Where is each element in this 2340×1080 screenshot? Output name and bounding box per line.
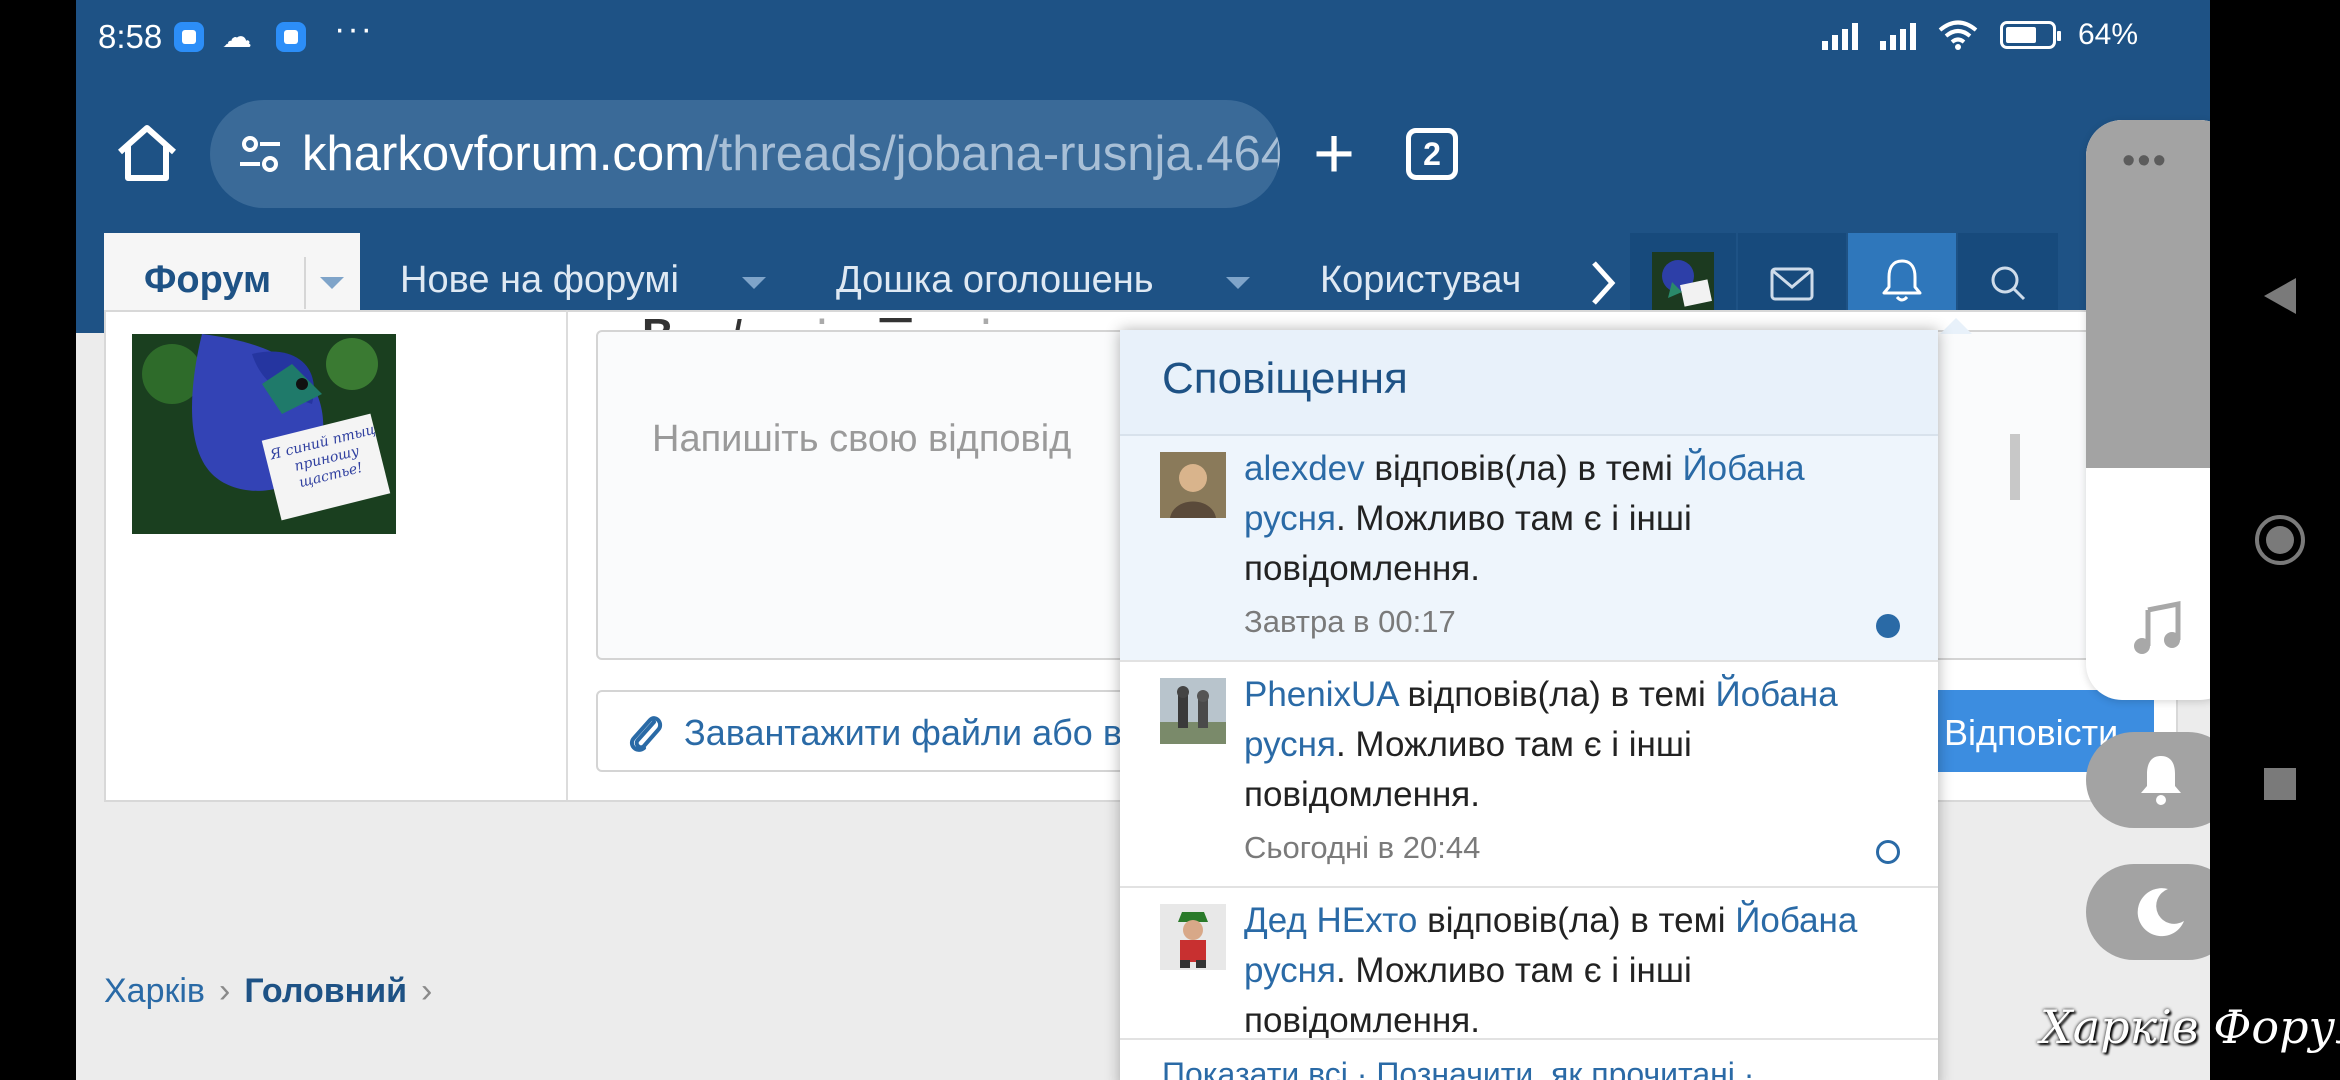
app-notification-icon (276, 22, 306, 52)
status-indicators: 64% (1821, 18, 2138, 52)
avatar (1160, 904, 1226, 970)
music-note-icon[interactable] (2128, 600, 2188, 660)
bell-icon (2141, 756, 2181, 805)
avatar (1160, 678, 1226, 744)
signal-icon (1821, 20, 1858, 50)
divider (1120, 1038, 1938, 1040)
moon-icon (2137, 888, 2184, 937)
notifications-popup: Сповіщення alexdev відповів(ла) в темі Й… (1120, 330, 1938, 1080)
breadcrumb-main[interactable]: Головний (244, 972, 407, 1010)
more-options-icon[interactable]: ••• (2122, 140, 2168, 183)
signal-icon (1879, 20, 1916, 50)
read-dot-icon[interactable] (1876, 840, 1900, 864)
popup-arrow (1940, 318, 1972, 334)
nav-users[interactable]: Користувач (1320, 259, 1521, 302)
chevron-right-icon: › (219, 972, 231, 1010)
popup-header: Сповіщення (1120, 330, 1938, 436)
notification-item[interactable]: alexdev відповів(ла) в темі Йобана русня… (1120, 436, 1938, 662)
floating-night-mode-button[interactable] (2086, 864, 2210, 960)
battery-level: 64% (2077, 18, 2138, 51)
avatar (1160, 452, 1226, 518)
battery-icon (1999, 21, 2061, 49)
app-notification-icon (174, 22, 204, 52)
status-bar: 8:58 ☁ ··· 64% (76, 0, 2210, 78)
popup-scrollbar[interactable] (2010, 434, 2020, 500)
notification-text: PhenixUA відповів(ла) в темі Йобана русн… (1244, 675, 1838, 814)
watermark: Харків Форум (2040, 1000, 2340, 1054)
notification-item[interactable]: PhenixUA відповів(ла) в темі Йобана русн… (1120, 662, 1938, 888)
recents-icon[interactable] (2262, 766, 2298, 802)
notification-user-link[interactable]: alexdev (1244, 449, 1365, 488)
notification-time: Завтра в 00:17 (1244, 604, 1456, 639)
popup-footer-links[interactable]: Показати всі · Позначити, як прочитані · (1162, 1056, 1754, 1080)
chevron-down-icon[interactable] (742, 277, 766, 289)
url-path: /threads/jobana-rusnja.4640783/page-1665… (705, 127, 1280, 181)
back-icon[interactable] (2260, 274, 2300, 318)
nav-classifieds[interactable]: Дошка оголошень (836, 259, 1154, 302)
chevron-right-icon: › (421, 972, 433, 1010)
tab-switcher-button[interactable]: 2 (1406, 128, 1458, 180)
wifi-icon (1938, 20, 1978, 50)
user-avatar-large: Я синий птыц приношу щастье! (132, 334, 396, 534)
new-tab-button[interactable]: + (1294, 114, 1374, 194)
status-time: 8:58 (98, 18, 163, 55)
url-text: kharkovforum.com/threads/jobana-rusnja.4… (302, 126, 1280, 182)
url-domain: kharkovforum.com (302, 127, 706, 181)
breadcrumb: Харків › Головний › (104, 972, 446, 1011)
site-settings-icon[interactable] (236, 130, 284, 178)
bell-icon (1882, 259, 1922, 302)
envelope-icon (1770, 267, 1814, 301)
paperclip-icon (629, 716, 663, 752)
browser-toolbar: kharkovforum.com/threads/jobana-rusnja.4… (76, 78, 2210, 233)
address-bar[interactable]: kharkovforum.com/threads/jobana-rusnja.4… (210, 100, 1280, 208)
chevron-down-icon[interactable] (320, 277, 344, 289)
home-circle-icon[interactable] (2253, 513, 2307, 567)
notification-text: alexdev відповів(ла) в темі Йобана русня… (1244, 449, 1805, 588)
reply-button-label: Відповісти (1944, 712, 2119, 753)
divider (566, 310, 568, 800)
home-icon[interactable] (112, 118, 182, 188)
divider (304, 257, 306, 309)
user-avatar (1652, 252, 1714, 314)
more-notifications-icon: ··· (334, 10, 374, 48)
upload-files-label: Завантажити файли або в (684, 712, 1122, 753)
browser-screen: 8:58 ☁ ··· 64% kharkovforum.com/threads/… (76, 0, 2210, 1080)
notification-user-link[interactable]: PhenixUA (1244, 675, 1398, 714)
popup-title: Сповіщення (1162, 354, 1408, 403)
system-navigation (2210, 0, 2340, 1080)
notification-time: Сьогодні в 20:44 (1244, 830, 1481, 865)
search-icon (1991, 266, 2026, 301)
notification-user-link[interactable]: Дед НЕхто (1244, 901, 1417, 940)
notification-item[interactable]: Дед НЕхто відповів(ла) в темі Йобана рус… (1120, 888, 1938, 1080)
editor-placeholder: Напишіть свою відповід (652, 418, 1072, 460)
chevron-down-icon[interactable] (1226, 277, 1250, 289)
notification-text: Дед НЕхто відповів(ла) в темі Йобана рус… (1244, 901, 1858, 1040)
nav-new-posts[interactable]: Нове на форумі (400, 259, 679, 302)
unread-dot-icon[interactable] (1876, 614, 1900, 638)
breadcrumb-kharkiv[interactable]: Харків (104, 972, 205, 1010)
nav-scroll-right-icon[interactable] (1578, 253, 1628, 313)
nav-forum-label: Форум (144, 259, 272, 301)
cloud-icon: ☁ (222, 21, 252, 54)
floating-bell-button[interactable] (2086, 732, 2210, 828)
